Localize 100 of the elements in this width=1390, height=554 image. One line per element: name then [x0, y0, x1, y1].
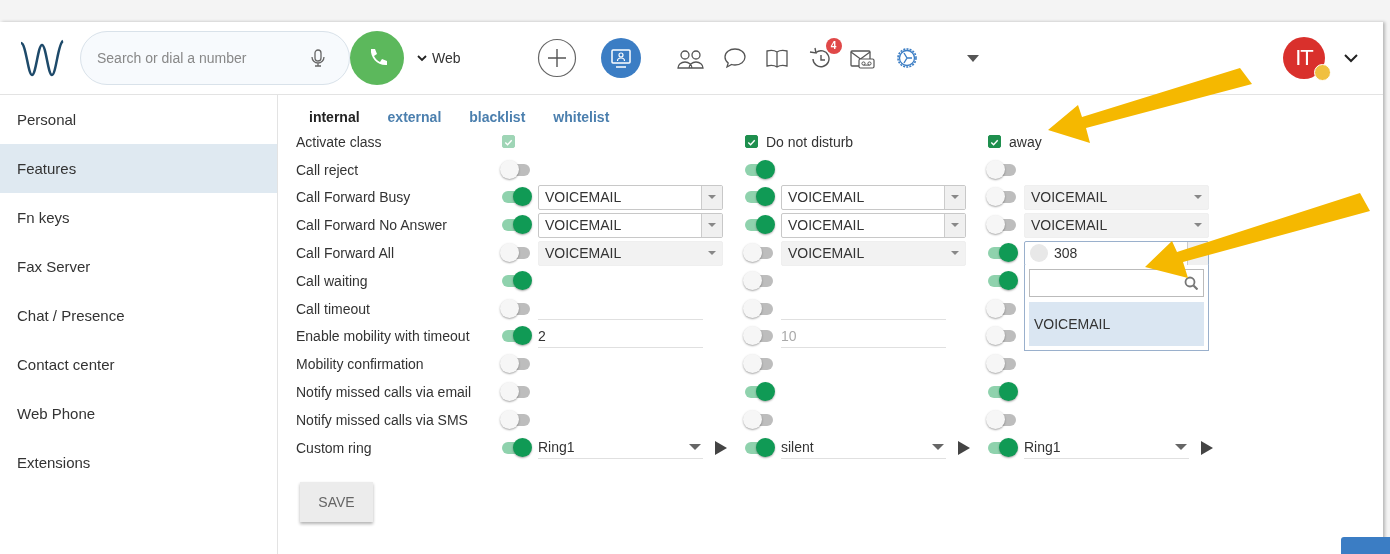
sidebar-item[interactable]: Contact center: [0, 340, 277, 389]
toggle-switch[interactable]: [986, 187, 1018, 208]
tab[interactable]: whitelist: [553, 109, 610, 125]
dropdown[interactable]: VOICEMAIL: [538, 185, 723, 210]
play-icon[interactable]: [1201, 440, 1213, 455]
tab[interactable]: external: [387, 109, 442, 125]
chevron-down-icon[interactable]: [1343, 52, 1359, 64]
ringtone-dropdown[interactable]: silent: [781, 436, 946, 459]
setting-label: Call Forward No Answer: [296, 217, 448, 234]
dropdown-value: Ring1: [1024, 439, 1061, 456]
caret-icon: [951, 223, 959, 228]
setting-label: Call waiting: [296, 272, 369, 289]
voicemail-icon[interactable]: [849, 47, 875, 69]
settings-icon[interactable]: [894, 46, 919, 70]
toggle-switch[interactable]: [743, 326, 775, 347]
toggle-switch[interactable]: [743, 409, 775, 430]
toggle-switch[interactable]: [986, 298, 1018, 319]
play-icon[interactable]: [958, 440, 970, 455]
toggle-switch[interactable]: [743, 159, 775, 180]
caret-icon: [708, 223, 716, 228]
dropdown-value: Ring1: [538, 439, 575, 456]
toggle-switch[interactable]: [500, 243, 532, 264]
search-field[interactable]: [1029, 269, 1204, 297]
dropdown[interactable]: VOICEMAIL: [538, 212, 723, 238]
toggle-switch[interactable]: [500, 382, 532, 403]
dropdown-value: VOICEMAIL: [544, 189, 623, 206]
ringtone-dropdown[interactable]: Ring1: [538, 436, 703, 459]
caret-icon: [708, 251, 716, 256]
add-icon[interactable]: [536, 38, 577, 78]
ringtone-dropdown[interactable]: Ring1: [1024, 436, 1189, 459]
toggle-switch[interactable]: [986, 243, 1018, 264]
toggle-switch[interactable]: [500, 326, 532, 347]
search-field[interactable]: Search or dial a number: [80, 31, 350, 85]
toggle-switch[interactable]: [743, 215, 775, 236]
caret-icon: [1194, 195, 1202, 200]
setting-label: Call Forward Busy: [296, 189, 412, 206]
toggle-switch[interactable]: [500, 270, 532, 291]
toggle-switch[interactable]: [743, 437, 775, 458]
toggle-switch[interactable]: [986, 382, 1018, 403]
dropdown-option[interactable]: VOICEMAIL: [1029, 302, 1204, 346]
toggle-switch[interactable]: [743, 243, 775, 264]
history-icon[interactable]: [807, 47, 830, 69]
toggle-switch[interactable]: [986, 326, 1018, 347]
people-icon[interactable]: [676, 47, 704, 69]
toggle-switch[interactable]: [500, 187, 532, 208]
checkbox[interactable]: [745, 135, 758, 149]
toggle-switch[interactable]: [500, 354, 532, 375]
sidebar-item[interactable]: Extensions: [0, 438, 277, 487]
dropdown[interactable]: VOICEMAIL: [781, 185, 966, 210]
caret-icon: [708, 195, 716, 200]
toggle-switch[interactable]: [500, 215, 532, 236]
dropdown-value: 308: [1053, 245, 1079, 262]
chat-bubble-icon[interactable]: [723, 47, 746, 69]
setting-label: Call timeout: [296, 300, 371, 317]
dropdown[interactable]: VOICEMAIL: [781, 212, 966, 238]
dropdown-value: VOICEMAIL: [544, 217, 623, 234]
call-button[interactable]: [350, 31, 404, 85]
setting-label: Notify missed calls via SMS: [296, 411, 469, 428]
sidebar-item[interactable]: Fn keys: [0, 193, 277, 242]
book-icon[interactable]: [765, 47, 788, 69]
user-avatar[interactable]: IT: [1283, 37, 1325, 79]
caret-icon[interactable]: [966, 54, 979, 62]
caret-icon: [1175, 444, 1187, 451]
toggle-switch[interactable]: [500, 437, 532, 458]
setting-label: Call Forward All: [296, 245, 396, 262]
caret-icon: [951, 195, 959, 200]
toggle-switch[interactable]: [743, 298, 775, 319]
microphone-icon[interactable]: [310, 48, 326, 68]
checkbox-label: away: [1009, 133, 1042, 150]
toggle-switch[interactable]: [743, 270, 775, 291]
setting-label: Mobility confirmation: [296, 356, 425, 373]
tab[interactable]: internal: [309, 109, 360, 125]
toggle-switch[interactable]: [500, 159, 532, 180]
checkbox-label: Do not disturb: [766, 133, 854, 150]
tab[interactable]: blacklist: [469, 109, 526, 125]
toggle-switch[interactable]: [743, 354, 775, 375]
toggle-switch[interactable]: [500, 298, 532, 319]
search-input[interactable]: Search or dial a number: [97, 43, 297, 73]
checkbox[interactable]: [988, 135, 1001, 149]
toggle-switch[interactable]: [743, 187, 775, 208]
toggle-switch[interactable]: [986, 270, 1018, 291]
toggle-switch[interactable]: [986, 354, 1018, 375]
notification-badge: 4: [825, 38, 842, 54]
toggle-switch[interactable]: [500, 409, 532, 430]
sidebar-item[interactable]: Chat / Presence: [0, 291, 277, 340]
play-icon[interactable]: [715, 440, 727, 455]
toggle-switch[interactable]: [986, 159, 1018, 180]
save-button[interactable]: SAVE: [300, 481, 373, 522]
toggle-switch[interactable]: [986, 437, 1018, 458]
sidebar-item[interactable]: Web Phone: [0, 389, 277, 438]
text-field[interactable]: 2: [538, 324, 703, 348]
setting-label: Activate class: [296, 133, 383, 150]
line-selector[interactable]: Web: [414, 48, 463, 68]
toggle-switch[interactable]: [986, 409, 1018, 430]
toggle-switch[interactable]: [743, 382, 775, 403]
sidebar-item[interactable]: Features: [0, 144, 277, 193]
toggle-switch[interactable]: [986, 215, 1018, 236]
screen-share-icon[interactable]: [600, 38, 641, 78]
sidebar-item[interactable]: Personal: [0, 95, 277, 144]
sidebar-item[interactable]: Fax Server: [0, 242, 277, 291]
